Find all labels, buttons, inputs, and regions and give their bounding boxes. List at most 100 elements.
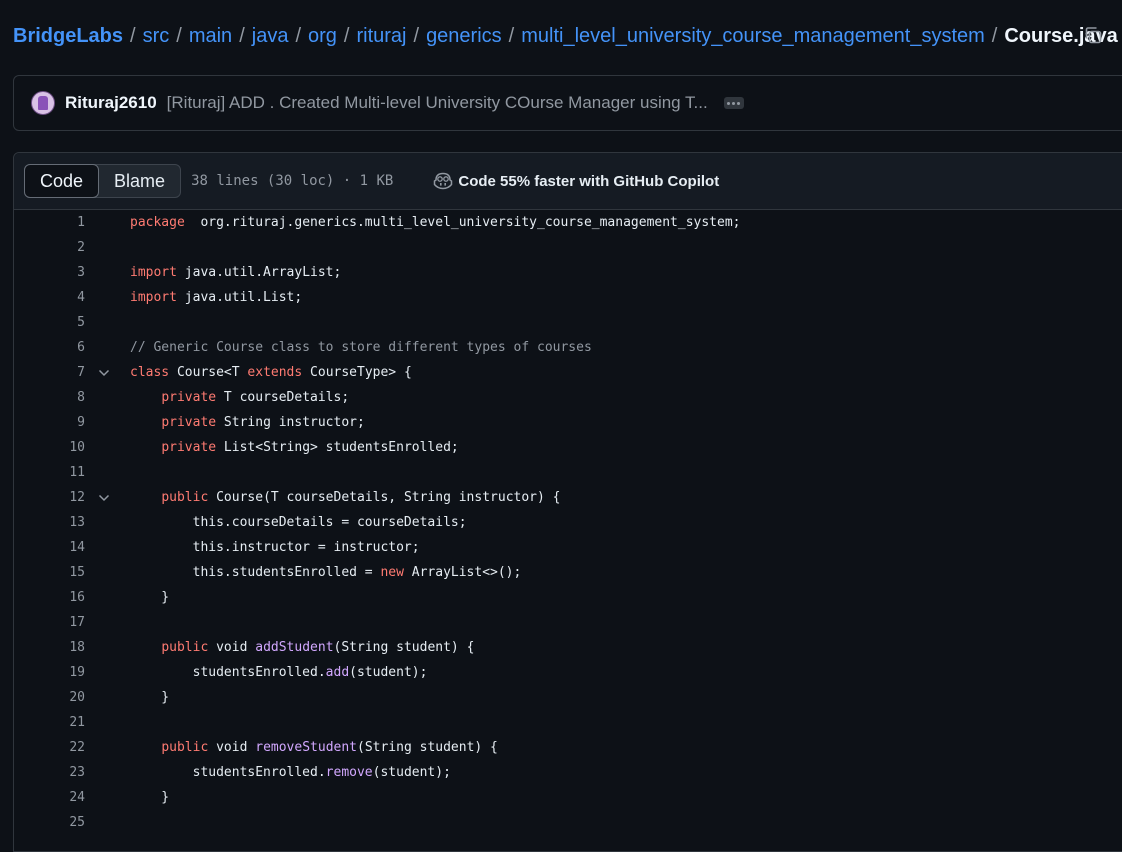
code-line: 15 this.studentsEnrolled = new ArrayList… (14, 560, 1114, 585)
line-number[interactable]: 15 (14, 560, 85, 585)
line-number[interactable]: 2 (14, 235, 85, 260)
code-line: 14 this.instructor = instructor; (14, 535, 1114, 560)
breadcrumb-link-java[interactable]: java (252, 25, 289, 48)
code-line: 1 package org.rituraj.generics.multi_leve… (14, 210, 1114, 235)
breadcrumb-link-src[interactable]: src (143, 25, 170, 48)
code-text: public void removeStudent(String student… (130, 735, 498, 760)
comment-token: // Generic Course class to store differe… (130, 340, 592, 355)
method-token: add (325, 665, 350, 680)
code-text: } (130, 685, 169, 710)
code-text: this.courseDetails = courseDetails; (130, 510, 467, 535)
code-token: studentsEnrolled. (130, 765, 326, 780)
latest-commit-bar: Rituraj2610 [Rituraj] ADD . Created Mult… (13, 75, 1122, 131)
copilot-label: Code 55% faster with GitHub Copilot (458, 172, 720, 190)
code-line: 3 import java.util.ArrayList; (14, 260, 1114, 285)
breadcrumb-separator: / (991, 24, 998, 47)
line-number[interactable]: 11 (14, 460, 85, 485)
copy-path-icon[interactable] (1083, 25, 1103, 45)
code-text: private String instructor; (130, 410, 365, 435)
fold-chevron-icon[interactable] (98, 367, 110, 379)
code-token: studentsEnrolled. (130, 665, 326, 680)
breadcrumb-link-rituraj[interactable]: rituraj (356, 25, 406, 48)
keyword-token: import (130, 290, 177, 305)
code-line: 2 (14, 235, 1114, 260)
line-number[interactable]: 10 (14, 435, 85, 460)
line-number[interactable]: 12 (14, 485, 85, 510)
keyword-token: import (130, 265, 177, 280)
line-number[interactable]: 21 (14, 710, 85, 735)
breadcrumb-link-org[interactable]: org (308, 25, 337, 48)
breadcrumb-link-repo[interactable]: BridgeLabs (13, 25, 123, 48)
tab-code[interactable]: Code (24, 164, 100, 198)
code-token: void (208, 740, 256, 755)
code-token: org.rituraj.generics.multi_level_univers… (184, 215, 741, 230)
code-token: } (130, 790, 170, 805)
line-number[interactable]: 14 (14, 535, 85, 560)
line-number[interactable]: 22 (14, 735, 85, 760)
code-line: 10 private List<String> studentsEnrolled… (14, 435, 1114, 460)
ellipsis-icon (727, 101, 731, 105)
breadcrumb-separator: / (239, 24, 245, 47)
keyword-token: private (161, 440, 217, 455)
line-number[interactable]: 8 (14, 385, 85, 410)
line-number[interactable]: 24 (14, 785, 85, 810)
code-text: this.instructor = instructor; (130, 535, 420, 560)
code-line: 12 public Course(T courseDetails, String… (14, 485, 1114, 510)
line-number[interactable]: 20 (14, 685, 85, 710)
line-number[interactable]: 3 (14, 260, 85, 285)
code-token: this.instructor = instructor; (130, 540, 420, 555)
code-line: 7 class Course<T extends CourseType> { (14, 360, 1114, 385)
breadcrumb: BridgeLabs / src / main / java / org / r… (13, 22, 1118, 50)
breadcrumb-separator: / (508, 24, 515, 47)
breadcrumb-link-generics[interactable]: generics (426, 25, 502, 48)
line-number[interactable]: 25 (14, 810, 85, 835)
breadcrumb-separator: / (413, 24, 420, 47)
line-number[interactable]: 1 (14, 210, 85, 235)
tab-blame[interactable]: Blame (99, 165, 180, 197)
code-token: (String student) { (357, 740, 498, 755)
code-line: 24 } (14, 785, 1114, 810)
breadcrumb-separator: / (176, 24, 182, 47)
code-token: java.util.ArrayList; (176, 265, 342, 280)
line-number[interactable]: 9 (14, 410, 85, 435)
code-token: ArrayList<>(); (403, 565, 522, 580)
fold-chevron-icon[interactable] (98, 492, 110, 504)
line-number[interactable]: 6 (14, 335, 85, 360)
view-toggle: Code Blame (24, 164, 182, 198)
code-line: 25 (14, 810, 1114, 835)
breadcrumb-link-package[interactable]: multi_level_university_course_management… (521, 25, 985, 48)
code-line: 8 private T courseDetails; (14, 385, 1114, 410)
keyword-token: class (130, 365, 170, 380)
code-line: 6 // Generic Course class to store differ… (14, 335, 1114, 360)
code-text: } (130, 585, 169, 610)
code-line: 5 (14, 310, 1114, 335)
line-number[interactable]: 13 (14, 510, 85, 535)
line-number[interactable]: 4 (14, 285, 85, 310)
copilot-promo-link[interactable]: Code 55% faster with GitHub Copilot (433, 172, 719, 190)
breadcrumb-separator: / (295, 24, 302, 47)
code-token: T courseDetails; (216, 390, 350, 405)
commit-expand-button[interactable] (723, 97, 744, 109)
line-number[interactable]: 16 (14, 585, 85, 610)
author-avatar[interactable] (31, 91, 55, 115)
commit-message[interactable]: [Rituraj] ADD . Created Multi-level Univ… (167, 93, 708, 113)
line-number[interactable]: 7 (14, 360, 85, 385)
keyword-token: new (380, 565, 404, 580)
breadcrumb-link-main[interactable]: main (189, 25, 232, 48)
line-number[interactable]: 18 (14, 635, 85, 660)
line-number[interactable]: 17 (14, 610, 85, 635)
line-number[interactable]: 23 (14, 760, 85, 785)
line-number[interactable]: 19 (14, 660, 85, 685)
breadcrumb-separator: / (130, 24, 136, 47)
commit-author[interactable]: Rituraj2610 (65, 93, 157, 113)
code-token: (student); (349, 665, 428, 680)
line-number[interactable]: 5 (14, 310, 85, 335)
code-text: // Generic Course class to store differe… (130, 335, 592, 360)
code-line: 20 } (14, 685, 1114, 710)
keyword-token: package (130, 215, 185, 230)
code-line: 16 } (14, 585, 1114, 610)
keyword-token: public (161, 490, 209, 505)
